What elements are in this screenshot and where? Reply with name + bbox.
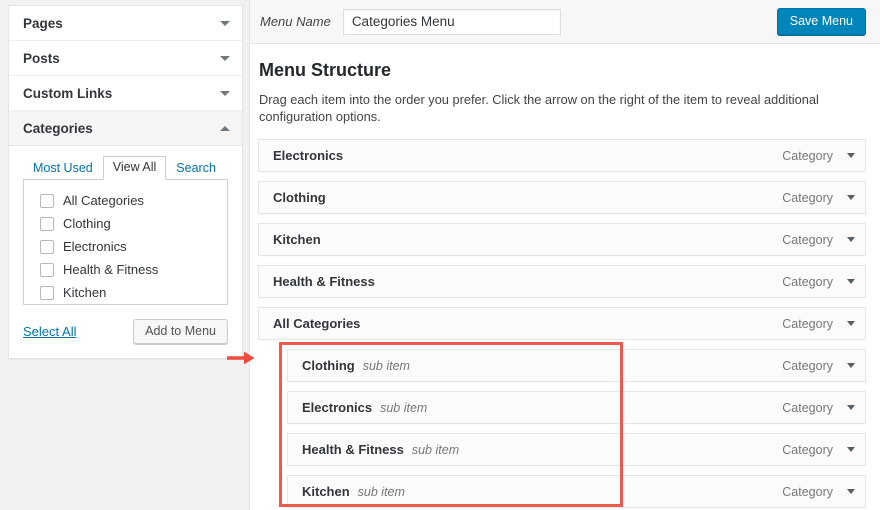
chevron-up-icon[interactable] bbox=[220, 126, 230, 131]
menu-item-type: Category bbox=[782, 233, 833, 247]
menu-item-wrap-sub: Clothing sub item Category bbox=[258, 349, 866, 382]
save-menu-button[interactable]: Save Menu bbox=[777, 8, 866, 35]
menu-item-title: Electronics bbox=[302, 400, 372, 415]
menu-item-wrap: Health & Fitness Category bbox=[258, 265, 866, 298]
sidebar-section-posts-label: Posts bbox=[23, 51, 60, 66]
sidebar-section-categories-label: Categories bbox=[23, 121, 93, 136]
menu-item-type: Category bbox=[782, 275, 833, 289]
sidebar-section-pages[interactable]: Pages bbox=[9, 6, 242, 41]
menu-item-row[interactable]: Electronics sub item Category bbox=[287, 391, 866, 424]
chevron-down-icon[interactable] bbox=[220, 56, 230, 61]
add-to-menu-button[interactable]: Add to Menu bbox=[133, 319, 228, 344]
menu-item-subitem-label: sub item bbox=[363, 359, 410, 373]
categories-panel: Most Used View All Search All Categories… bbox=[9, 146, 242, 358]
menu-item-wrap-sub: Health & Fitness sub item Category bbox=[258, 433, 866, 466]
menu-item-panels-sidebar: Pages Posts Custom Links Categories Most… bbox=[8, 5, 243, 359]
menu-item-row[interactable]: Kitchen sub item Category bbox=[287, 475, 866, 508]
checkbox-kitchen[interactable] bbox=[40, 286, 54, 300]
menu-item-type: Category bbox=[782, 317, 833, 331]
menu-items-list: Electronics Category Clothing Category K… bbox=[258, 139, 866, 508]
categories-tabs: Most Used View All Search bbox=[23, 156, 228, 180]
list-item-label: All Categories bbox=[63, 191, 144, 210]
list-item-label: Electronics bbox=[63, 237, 127, 256]
menu-item-type: Category bbox=[782, 401, 833, 415]
menu-item-row[interactable]: Clothing sub item Category bbox=[287, 349, 866, 382]
menu-item-type: Category bbox=[782, 191, 833, 205]
menu-item-row[interactable]: Health & Fitness Category bbox=[258, 265, 866, 298]
menu-item-title: Clothing bbox=[273, 190, 326, 205]
chevron-down-icon[interactable] bbox=[847, 195, 855, 200]
checkbox-electronics[interactable] bbox=[40, 240, 54, 254]
select-all-link[interactable]: Select All bbox=[23, 324, 76, 339]
menu-item-wrap: Clothing Category bbox=[258, 181, 866, 214]
list-item[interactable]: Uncategorized bbox=[24, 304, 227, 305]
menu-name-label: Menu Name bbox=[260, 14, 331, 29]
chevron-down-icon[interactable] bbox=[847, 321, 855, 326]
menu-item-title: Electronics bbox=[273, 148, 343, 163]
menu-item-subitem-label: sub item bbox=[412, 443, 459, 457]
categories-checkbox-list[interactable]: All Categories Clothing Electronics Heal… bbox=[23, 180, 228, 305]
sidebar-section-custom-links[interactable]: Custom Links bbox=[9, 76, 242, 111]
checkbox-clothing[interactable] bbox=[40, 217, 54, 231]
page-title: Menu Structure bbox=[258, 60, 866, 81]
chevron-down-icon[interactable] bbox=[847, 363, 855, 368]
menu-item-title: Kitchen bbox=[302, 484, 350, 499]
list-item-label: Health & Fitness bbox=[63, 260, 158, 279]
menu-item-row[interactable]: Kitchen Category bbox=[258, 223, 866, 256]
menu-item-wrap-sub: Electronics sub item Category bbox=[258, 391, 866, 424]
chevron-down-icon[interactable] bbox=[847, 279, 855, 284]
structure-description: Drag each item into the order you prefer… bbox=[258, 91, 866, 125]
list-item-label: Clothing bbox=[63, 214, 111, 233]
menu-item-row[interactable]: All Categories Category bbox=[258, 307, 866, 340]
checkbox-health-fitness[interactable] bbox=[40, 263, 54, 277]
sidebar-section-posts[interactable]: Posts bbox=[9, 41, 242, 76]
sidebar-section-custom-links-label: Custom Links bbox=[23, 86, 112, 101]
chevron-down-icon[interactable] bbox=[847, 153, 855, 158]
menu-item-type: Category bbox=[782, 443, 833, 457]
chevron-down-icon[interactable] bbox=[220, 21, 230, 26]
menu-item-title: All Categories bbox=[273, 316, 360, 331]
chevron-down-icon[interactable] bbox=[847, 447, 855, 452]
menu-editor-panel: Menu Name Save Menu Menu Structure Drag … bbox=[249, 0, 880, 510]
menu-item-wrap: Electronics Category bbox=[258, 139, 866, 172]
menu-item-wrap: All Categories Category bbox=[258, 307, 866, 340]
menu-editor-header: Menu Name Save Menu bbox=[250, 0, 880, 44]
list-item[interactable]: Clothing bbox=[24, 212, 227, 235]
menu-item-row[interactable]: Health & Fitness sub item Category bbox=[287, 433, 866, 466]
list-item[interactable]: Kitchen bbox=[24, 281, 227, 304]
checkbox-all-categories[interactable] bbox=[40, 194, 54, 208]
menu-item-type: Category bbox=[782, 359, 833, 373]
menu-item-subitem-label: sub item bbox=[358, 485, 405, 499]
chevron-down-icon[interactable] bbox=[847, 405, 855, 410]
list-item[interactable]: Electronics bbox=[24, 235, 227, 258]
sidebar-section-pages-label: Pages bbox=[23, 16, 63, 31]
menu-item-row[interactable]: Electronics Category bbox=[258, 139, 866, 172]
menu-item-row[interactable]: Clothing Category bbox=[258, 181, 866, 214]
menu-item-title: Health & Fitness bbox=[273, 274, 375, 289]
menu-item-title: Kitchen bbox=[273, 232, 321, 247]
chevron-down-icon[interactable] bbox=[220, 91, 230, 96]
sidebar-section-categories[interactable]: Categories bbox=[9, 111, 242, 146]
tab-search[interactable]: Search bbox=[166, 157, 226, 180]
chevron-down-icon[interactable] bbox=[847, 237, 855, 242]
tab-most-used[interactable]: Most Used bbox=[23, 157, 103, 180]
list-item-label: Kitchen bbox=[63, 283, 106, 302]
menu-name-input[interactable] bbox=[343, 9, 561, 35]
menu-item-title: Clothing bbox=[302, 358, 355, 373]
menu-item-type: Category bbox=[782, 485, 833, 499]
menu-item-wrap: Kitchen Category bbox=[258, 223, 866, 256]
chevron-down-icon[interactable] bbox=[847, 489, 855, 494]
list-item[interactable]: Health & Fitness bbox=[24, 258, 227, 281]
menu-item-subitem-label: sub item bbox=[380, 401, 427, 415]
menu-item-wrap-sub: Kitchen sub item Category bbox=[258, 475, 866, 508]
menu-editor-body: Menu Structure Drag each item into the o… bbox=[250, 44, 880, 508]
menu-item-type: Category bbox=[782, 149, 833, 163]
list-item[interactable]: All Categories bbox=[24, 189, 227, 212]
menu-item-title: Health & Fitness bbox=[302, 442, 404, 457]
categories-panel-footer: Select All Add to Menu bbox=[23, 319, 228, 344]
tab-view-all[interactable]: View All bbox=[103, 156, 167, 180]
